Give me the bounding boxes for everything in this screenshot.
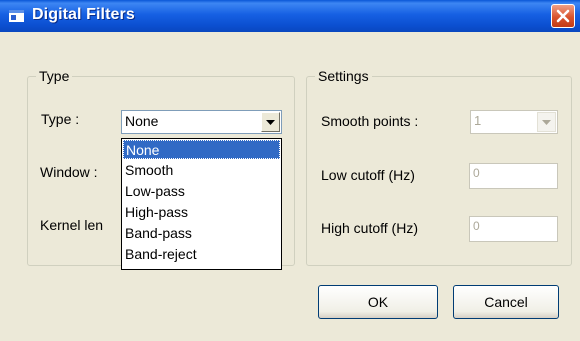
chevron-down-icon bbox=[266, 120, 275, 125]
type-combobox-value: None bbox=[125, 113, 159, 129]
type-combobox[interactable]: None bbox=[121, 110, 282, 134]
digital-filters-dialog: Digital Filters Type Type : None Window … bbox=[0, 0, 580, 341]
window-label: Window : bbox=[40, 164, 98, 180]
type-combobox-button[interactable] bbox=[261, 112, 280, 132]
dropdown-option[interactable]: High-pass bbox=[123, 203, 280, 222]
smooth-points-value: 1 bbox=[474, 113, 482, 128]
title-bar[interactable]: Digital Filters bbox=[0, 0, 580, 32]
settings-group-legend: Settings bbox=[315, 68, 372, 84]
low-cutoff-label: Low cutoff (Hz) bbox=[321, 167, 415, 183]
type-label: Type : bbox=[41, 111, 80, 127]
high-cutoff-label: High cutoff (Hz) bbox=[321, 220, 418, 236]
close-icon bbox=[556, 9, 570, 23]
dropdown-option[interactable]: Band-pass bbox=[123, 224, 280, 243]
kernel-length-label: Kernel len bbox=[40, 217, 104, 233]
smooth-points-combobox-button[interactable] bbox=[537, 112, 556, 132]
smooth-points-combobox[interactable]: 1 bbox=[470, 110, 558, 134]
chevron-down-icon bbox=[542, 120, 551, 125]
smooth-points-label: Smooth points : bbox=[321, 113, 419, 129]
ok-button[interactable]: OK bbox=[318, 285, 438, 319]
dropdown-option[interactable]: None bbox=[123, 140, 280, 159]
low-cutoff-value: 0 bbox=[473, 166, 480, 180]
dropdown-option[interactable]: Low-pass bbox=[123, 182, 280, 201]
low-cutoff-input[interactable]: 0 bbox=[469, 163, 558, 189]
type-dropdown-list[interactable]: None Smooth Low-pass High-pass Band-pass… bbox=[121, 138, 282, 270]
high-cutoff-input[interactable]: 0 bbox=[469, 216, 558, 242]
dropdown-option[interactable]: Smooth bbox=[123, 161, 280, 180]
high-cutoff-value: 0 bbox=[473, 219, 480, 233]
close-button[interactable] bbox=[551, 4, 575, 28]
cancel-button[interactable]: Cancel bbox=[453, 285, 559, 319]
window-title: Digital Filters bbox=[32, 6, 135, 23]
window-icon bbox=[9, 10, 24, 22]
type-group-legend: Type bbox=[36, 68, 73, 84]
dropdown-option[interactable]: Band-reject bbox=[123, 245, 280, 264]
